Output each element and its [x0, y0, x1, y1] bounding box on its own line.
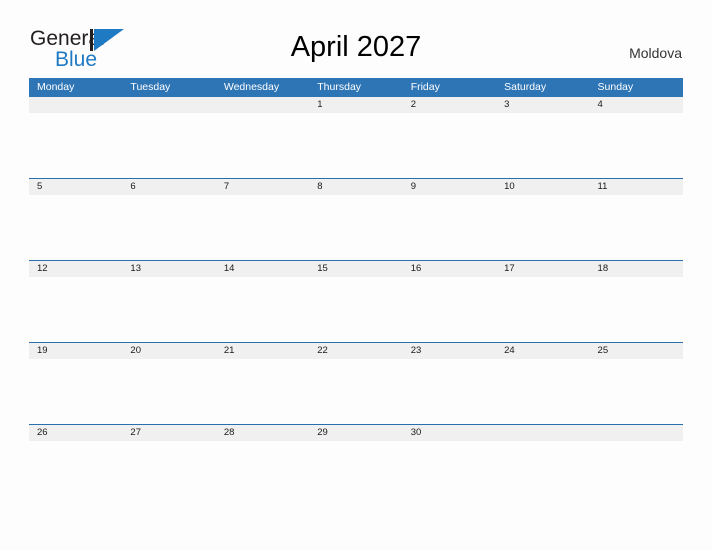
date-cell[interactable]: 1: [309, 97, 402, 113]
day-notes-cell[interactable]: [216, 113, 309, 178]
date-cell[interactable]: 6: [122, 179, 215, 195]
day-notes-cell[interactable]: [496, 441, 589, 506]
day-notes-cell[interactable]: [496, 113, 589, 178]
day-notes-cell[interactable]: [590, 113, 683, 178]
week-date-band: 12 13 14 15 16 17 18: [29, 261, 683, 277]
date-cell[interactable]: 3: [496, 97, 589, 113]
day-notes-cell[interactable]: [309, 113, 402, 178]
week-date-band: 1 2 3 4: [29, 97, 683, 113]
date-cell[interactable]: 12: [29, 261, 122, 277]
date-cell[interactable]: 29: [309, 425, 402, 441]
day-notes-cell[interactable]: [216, 359, 309, 424]
day-notes-cell[interactable]: [403, 113, 496, 178]
day-notes-cell[interactable]: [216, 441, 309, 506]
calendar-week-row: 1 2 3 4: [29, 97, 683, 178]
week-notes-area: [29, 195, 683, 260]
date-cell[interactable]: 21: [216, 343, 309, 359]
day-notes-cell[interactable]: [29, 195, 122, 260]
day-notes-cell[interactable]: [122, 441, 215, 506]
day-notes-cell[interactable]: [309, 359, 402, 424]
calendar-table: Monday Tuesday Wednesday Thursday Friday…: [29, 78, 683, 506]
day-notes-cell[interactable]: [403, 441, 496, 506]
date-cell[interactable]: 9: [403, 179, 496, 195]
date-cell[interactable]: 13: [122, 261, 215, 277]
country-label: Moldova: [629, 45, 682, 61]
date-cell[interactable]: 4: [590, 97, 683, 113]
day-notes-cell[interactable]: [403, 277, 496, 342]
date-cell[interactable]: [29, 97, 122, 113]
day-of-week-sunday: Sunday: [597, 81, 634, 93]
date-cell[interactable]: 7: [216, 179, 309, 195]
day-of-week-header-row: Monday Tuesday Wednesday Thursday Friday…: [29, 78, 683, 97]
day-notes-cell[interactable]: [590, 441, 683, 506]
week-notes-area: [29, 113, 683, 178]
day-of-week-tuesday: Tuesday: [130, 81, 171, 93]
day-of-week-thursday: Thursday: [317, 81, 362, 93]
date-cell[interactable]: 20: [122, 343, 215, 359]
date-cell[interactable]: 16: [403, 261, 496, 277]
date-cell[interactable]: 11: [590, 179, 683, 195]
day-notes-cell[interactable]: [496, 277, 589, 342]
date-cell[interactable]: [216, 97, 309, 113]
date-cell[interactable]: 17: [496, 261, 589, 277]
day-notes-cell[interactable]: [216, 277, 309, 342]
day-notes-cell[interactable]: [29, 359, 122, 424]
day-notes-cell[interactable]: [29, 113, 122, 178]
week-notes-area: [29, 277, 683, 342]
day-of-week-friday: Friday: [410, 81, 440, 93]
calendar-week-row: 26 27 28 29 30: [29, 424, 683, 506]
day-of-week-wednesday: Wednesday: [223, 81, 280, 93]
date-cell[interactable]: 30: [403, 425, 496, 441]
week-date-band: 5 6 7 8 9 10 11: [29, 179, 683, 195]
day-notes-cell[interactable]: [496, 195, 589, 260]
calendar-page: General Blue April 2027 Moldova Monday T…: [0, 0, 712, 550]
date-cell[interactable]: 18: [590, 261, 683, 277]
day-notes-cell[interactable]: [216, 195, 309, 260]
week-date-band: 19 20 21 22 23 24 25: [29, 343, 683, 359]
date-cell[interactable]: 27: [122, 425, 215, 441]
day-notes-cell[interactable]: [590, 195, 683, 260]
day-notes-cell[interactable]: [29, 441, 122, 506]
week-date-band: 26 27 28 29 30: [29, 425, 683, 441]
date-cell[interactable]: [590, 425, 683, 441]
page-header: General Blue April 2027 Moldova: [0, 0, 712, 70]
date-cell[interactable]: 26: [29, 425, 122, 441]
week-notes-area: [29, 441, 683, 506]
day-notes-cell[interactable]: [122, 277, 215, 342]
page-title: April 2027: [290, 31, 422, 63]
calendar-week-row: 5 6 7 8 9 10 11: [29, 178, 683, 260]
calendar-week-row: 12 13 14 15 16 17 18: [29, 260, 683, 342]
week-notes-area: [29, 359, 683, 424]
date-cell[interactable]: 15: [309, 261, 402, 277]
date-cell[interactable]: [122, 97, 215, 113]
day-notes-cell[interactable]: [590, 277, 683, 342]
day-notes-cell[interactable]: [590, 359, 683, 424]
day-notes-cell[interactable]: [309, 277, 402, 342]
day-notes-cell[interactable]: [403, 195, 496, 260]
day-notes-cell[interactable]: [403, 359, 496, 424]
day-notes-cell[interactable]: [29, 277, 122, 342]
date-cell[interactable]: 5: [29, 179, 122, 195]
date-cell[interactable]: 10: [496, 179, 589, 195]
date-cell[interactable]: 25: [590, 343, 683, 359]
day-notes-cell[interactable]: [496, 359, 589, 424]
date-cell[interactable]: [496, 425, 589, 441]
date-cell[interactable]: 14: [216, 261, 309, 277]
calendar-week-row: 19 20 21 22 23 24 25: [29, 342, 683, 424]
date-cell[interactable]: 2: [403, 97, 496, 113]
date-cell[interactable]: 8: [309, 179, 402, 195]
date-cell[interactable]: 28: [216, 425, 309, 441]
day-of-week-saturday: Saturday: [504, 81, 547, 93]
date-cell[interactable]: 24: [496, 343, 589, 359]
date-cell[interactable]: 23: [403, 343, 496, 359]
day-of-week-monday: Monday: [37, 81, 75, 93]
day-notes-cell[interactable]: [122, 359, 215, 424]
day-notes-cell[interactable]: [122, 113, 215, 178]
date-cell[interactable]: 19: [29, 343, 122, 359]
date-cell[interactable]: 22: [309, 343, 402, 359]
day-notes-cell[interactable]: [309, 441, 402, 506]
day-notes-cell[interactable]: [122, 195, 215, 260]
day-notes-cell[interactable]: [309, 195, 402, 260]
